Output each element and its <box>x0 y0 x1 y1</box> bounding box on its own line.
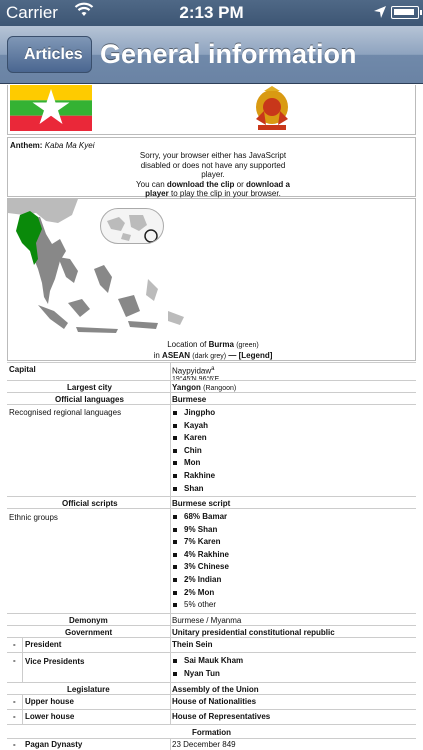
download-player-link[interactable]: download a <box>246 180 290 189</box>
ethnic-groups-list: 68% Bamar 9% Shan 7% Karen 4% Rakhine 3%… <box>172 511 229 612</box>
list-item[interactable]: Chin <box>172 445 215 458</box>
anthem-name[interactable]: Kaba Ma Kyei <box>45 141 95 150</box>
list-item[interactable]: Sai Mauk Kham <box>172 655 243 668</box>
row-official-languages: Official languages Burmese <box>7 392 416 404</box>
battery-icon <box>391 6 422 19</box>
anthem-box: Anthem: Kaba Ma Kyei Sorry, your browser… <box>7 137 416 199</box>
list-item[interactable]: Mon <box>172 457 215 470</box>
list-item[interactable]: Nyan Tun <box>172 668 243 681</box>
globe-inset <box>100 208 164 244</box>
list-item[interactable]: Jingpho <box>172 407 215 420</box>
media-message: Sorry, your browser either has JavaScrip… <box>136 151 290 199</box>
symbols-row <box>7 85 416 135</box>
emblem-image[interactable] <box>244 85 300 131</box>
row-regional-languages: Recognised regional languages Jingpho Ka… <box>7 404 416 496</box>
article-content[interactable]: Anthem: Kaba Ma Kyei Sorry, your browser… <box>0 85 423 750</box>
upper-house-link[interactable]: House of Nationalities <box>172 697 256 706</box>
list-item[interactable]: 68% Bamar <box>172 511 229 524</box>
lower-house-link[interactable]: House of Representatives <box>172 712 270 721</box>
row-vice-presidents: - Vice Presidents Sai Mauk Kham Nyan Tun <box>7 652 416 682</box>
list-item[interactable]: 3% Chinese <box>172 561 229 574</box>
list-item[interactable]: 2% Mon <box>172 587 229 600</box>
back-button-label: Articles <box>24 46 83 63</box>
map-caption: Location of Burma (green) in ASEAN (dark… <box>153 340 273 360</box>
download-clip-link[interactable]: download the clip <box>167 180 235 189</box>
location-map[interactable] <box>8 199 415 336</box>
row-president: - President Thein Sein <box>7 637 416 652</box>
largest-city-link[interactable]: Yangon <box>172 383 201 392</box>
location-map-box: Location of Burma (green) in ASEAN (dark… <box>7 198 416 361</box>
government-link[interactable]: Unitary presidential constitutional repu… <box>172 628 335 637</box>
legislature-link[interactable]: Assembly of the Union <box>172 685 259 694</box>
navigation-bar: Articles General information <box>0 26 423 84</box>
list-item[interactable]: 2% Indian <box>172 574 229 587</box>
regional-languages-list: Jingpho Kayah Karen Chin Mon Rakhine Sha… <box>172 407 215 495</box>
row-demonym: Demonym Burmese / Myanma <box>7 613 416 625</box>
list-item[interactable]: 4% Rakhine <box>172 549 229 562</box>
official-language-link[interactable]: Burmese <box>172 395 206 404</box>
list-item[interactable]: 7% Karen <box>172 536 229 549</box>
back-button[interactable]: Articles <box>7 36 92 73</box>
president-link[interactable]: Thein Sein <box>172 640 212 649</box>
status-bar: Carrier 2:13 PM <box>0 0 423 26</box>
row-largest-city: Largest city Yangon (Rangoon) <box>7 380 416 392</box>
row-government: Government Unitary presidential constitu… <box>7 625 416 637</box>
row-ethnic-groups: Ethnic groups 68% Bamar 9% Shan 7% Karen… <box>7 508 416 613</box>
clock: 2:13 PM <box>179 3 244 22</box>
capital-link[interactable]: Naypyidaw <box>172 367 211 376</box>
list-item[interactable]: 9% Shan <box>172 524 229 537</box>
row-formation-header: Formation <box>7 724 416 738</box>
row-capital: Capital Naypyidawa 19°45′N 96°6′E <box>7 362 416 383</box>
location-arrow-icon <box>373 4 387 24</box>
vice-presidents-list: Sai Mauk Kham Nyan Tun <box>172 655 243 680</box>
list-item[interactable]: Kayah <box>172 420 215 433</box>
row-lower-house: - Lower house House of Representatives <box>7 709 416 724</box>
legend-link[interactable]: [Legend] <box>239 351 273 360</box>
flag-image[interactable] <box>10 85 92 131</box>
anthem-line: Anthem: Kaba Ma Kyei <box>10 141 95 150</box>
row-pagan-dynasty: - Pagan Dynasty 23 December 849 <box>7 738 416 750</box>
official-script-link[interactable]: Burmese script <box>172 499 230 508</box>
row-upper-house: - Upper house House of Nationalities <box>7 694 416 709</box>
list-item[interactable]: Karen <box>172 432 215 445</box>
row-official-scripts: Official scripts Burmese script <box>7 496 416 508</box>
row-legislature: Legislature Assembly of the Union <box>7 682 416 694</box>
page-title: General information <box>100 39 357 69</box>
anthem-label: Anthem: <box>10 141 43 150</box>
list-item[interactable]: Shan <box>172 483 215 496</box>
list-item: 5% other <box>172 599 229 612</box>
list-item[interactable]: Rakhine <box>172 470 215 483</box>
